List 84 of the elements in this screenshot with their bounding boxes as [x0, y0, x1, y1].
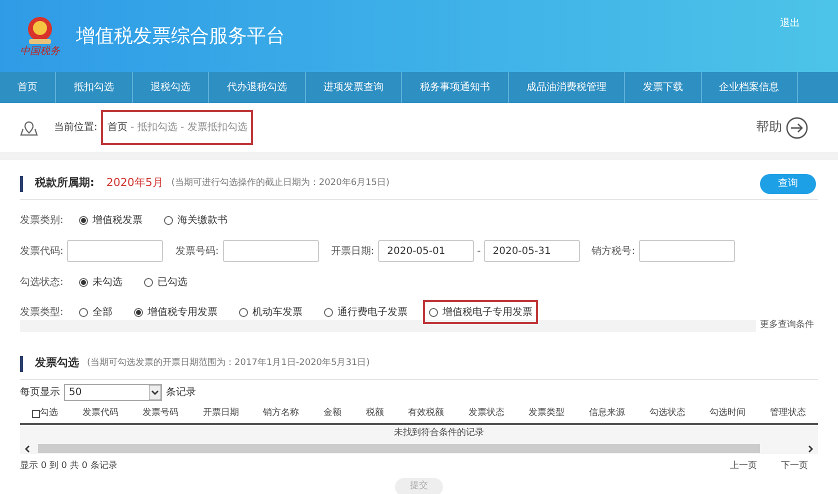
- prev-page-link[interactable]: 上一页: [730, 460, 757, 474]
- column-header: 发票代码: [82, 407, 118, 420]
- column-header: 销方名称: [263, 407, 300, 420]
- radio-button[interactable]: [144, 278, 154, 286]
- column-header: 管理状态: [770, 407, 806, 420]
- field-label: 发票代码:: [20, 244, 64, 258]
- record-summary: 显示 0 到 0 共 0 条记录: [20, 460, 118, 473]
- radio-label[interactable]: 未勾选: [92, 274, 122, 290]
- app-title: 增值税发票综合服务平台: [76, 24, 285, 49]
- field-label: 发票类型:: [20, 306, 64, 320]
- page-size-select[interactable]: 50: [64, 384, 162, 401]
- radio-label[interactable]: 全部: [92, 304, 112, 320]
- scroll-right-icon[interactable]: [808, 444, 814, 452]
- column-header: 有效税额: [408, 407, 444, 420]
- breadcrumb-separator: -: [130, 121, 136, 135]
- nav-tab[interactable]: 企业档案信息: [702, 72, 798, 103]
- section-note: (当期可勾选发票的开票日期范围为：2017年1月1日-2020年5月31日): [87, 356, 370, 370]
- field-label: 勾选状态:: [20, 276, 64, 290]
- dropdown-arrow-icon[interactable]: [149, 385, 161, 400]
- location-label: 当前位置:: [54, 120, 98, 135]
- horizontal-scrollbar[interactable]: [20, 443, 818, 454]
- nav-tab[interactable]: 发票下载: [625, 72, 702, 103]
- logo-caption: 中国税务: [20, 47, 60, 57]
- breadcrumb-link[interactable]: 首页: [107, 120, 128, 135]
- nav-tab[interactable]: 首页: [0, 72, 56, 103]
- nav-tab[interactable]: 进项发票查询: [306, 72, 402, 103]
- field-label: 发票类别:: [20, 214, 64, 228]
- nav-tab[interactable]: 税务事项通知书: [402, 72, 509, 103]
- radio-button[interactable]: [239, 308, 248, 316]
- radio-label[interactable]: 增值税专用发票: [147, 304, 218, 320]
- column-header: 金额: [323, 407, 342, 420]
- period-value: 2020年5月: [106, 175, 164, 192]
- section-marker: [20, 356, 23, 372]
- page-size-label: 每页显示: [20, 386, 60, 400]
- section-note: (当期可进行勾选操作的截止日期为：2020年6月15日): [171, 176, 390, 190]
- radio-button[interactable]: [164, 216, 174, 224]
- help-link[interactable]: 帮助: [756, 116, 808, 138]
- radio-label[interactable]: 增值税发票: [92, 212, 142, 228]
- input-field[interactable]: 2020-05-31: [484, 240, 580, 262]
- field-label: 开票日期:: [330, 244, 374, 258]
- next-page-link[interactable]: 下一页: [781, 460, 808, 474]
- location-icon: [20, 120, 38, 136]
- more-conditions-link[interactable]: 更多查询条件: [756, 319, 818, 333]
- nav-tab[interactable]: 成品油消费税管理: [508, 72, 626, 103]
- column-header: 勾选时间: [710, 407, 746, 420]
- breadcrumb-link[interactable]: 发票抵扣勾选: [187, 120, 248, 135]
- radio-button[interactable]: [79, 308, 88, 316]
- field-label: 销方税号:: [592, 244, 636, 258]
- nav-tab[interactable]: 退税勾选: [132, 72, 210, 103]
- column-header: 发票状态: [468, 407, 504, 420]
- nav-tab[interactable]: 抵扣勾选: [56, 72, 133, 103]
- column-header: 发票类型: [528, 407, 565, 420]
- radio-button[interactable]: [79, 216, 88, 224]
- empty-message: 未找到符合条件的记录: [394, 427, 484, 440]
- nav-tab[interactable]: 代办退税勾选: [209, 72, 306, 103]
- radio-button[interactable]: [79, 278, 88, 286]
- breadcrumb-separator: -: [180, 121, 186, 135]
- radio-label[interactable]: 机动车发票: [252, 304, 302, 320]
- breadcrumb-link[interactable]: 抵扣勾选: [137, 120, 178, 135]
- radio-label[interactable]: 已勾选: [157, 274, 188, 290]
- radio-label[interactable]: 海关缴款书: [177, 212, 228, 228]
- column-header: 发票号码: [142, 407, 179, 420]
- radio-button[interactable]: [324, 308, 334, 316]
- column-header: 勾选状态: [649, 407, 686, 420]
- scroll-left-icon[interactable]: [24, 444, 30, 452]
- radio-button[interactable]: [429, 308, 438, 316]
- input-field[interactable]: [639, 240, 736, 262]
- input-field[interactable]: [67, 240, 164, 262]
- checkbox[interactable]: [32, 410, 40, 418]
- column-header: 勾选: [40, 407, 58, 420]
- input-field[interactable]: 2020-05-01: [378, 240, 474, 262]
- radio-button[interactable]: [134, 308, 144, 316]
- field-label: 发票号码:: [175, 244, 219, 258]
- column-header: 开票日期: [202, 407, 239, 420]
- records-label: 条记录: [166, 386, 196, 400]
- input-field[interactable]: [222, 240, 319, 262]
- section-marker: [20, 176, 23, 192]
- section-title: 税款所属期:: [35, 175, 94, 192]
- column-header: 税额: [366, 407, 384, 420]
- radio-label[interactable]: 通行费电子发票: [337, 304, 408, 320]
- column-header: 信息来源: [588, 407, 625, 420]
- radio-label[interactable]: 增值税电子专用发票: [442, 304, 532, 320]
- section-title: 发票勾选: [35, 355, 79, 372]
- date-dash: -: [477, 244, 481, 258]
